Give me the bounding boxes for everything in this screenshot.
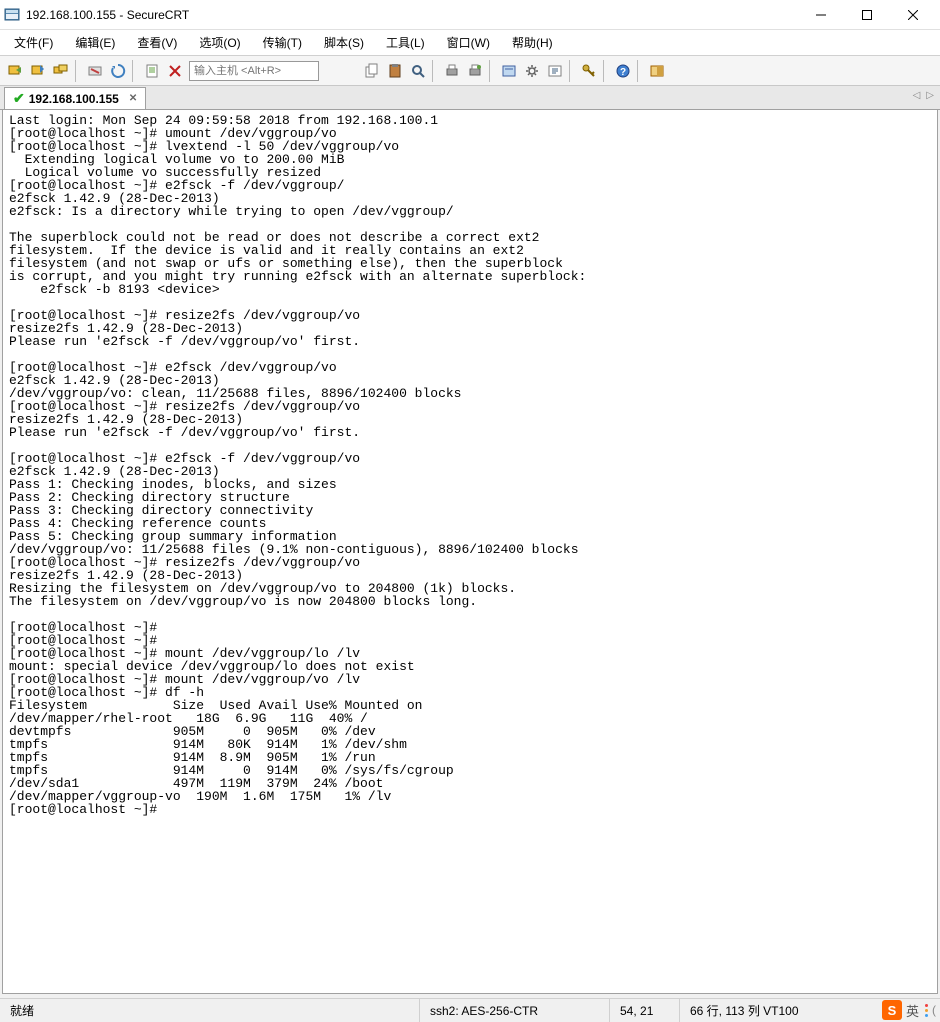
toolbar: ? xyxy=(0,56,940,86)
check-icon: ✔ xyxy=(13,90,25,107)
terminal[interactable]: Last login: Mon Sep 24 09:59:58 2018 fro… xyxy=(2,110,938,994)
ime-indicator[interactable]: S 英 ( xyxy=(882,1000,936,1020)
menu-edit[interactable]: 编辑(E) xyxy=(71,32,119,53)
quick-connect-icon[interactable] xyxy=(27,60,49,82)
settings-icon[interactable] xyxy=(521,60,543,82)
tab-close-icon[interactable]: ✕ xyxy=(129,93,137,104)
tab-next-icon[interactable]: ▷ xyxy=(926,90,934,101)
print-screen-icon[interactable] xyxy=(464,60,486,82)
status-size: 66 行, 113 列 VT100 xyxy=(680,999,840,1022)
reconnect-all-icon[interactable] xyxy=(107,60,129,82)
properties-icon[interactable] xyxy=(141,60,163,82)
status-ready: 就绪 xyxy=(0,999,420,1022)
tab-nav: ◁ ▷ xyxy=(913,90,934,101)
separator xyxy=(603,60,609,82)
menu-transfer[interactable]: 传输(T) xyxy=(259,32,306,53)
status-protocol: ssh2: AES-256-CTR xyxy=(420,999,610,1022)
status-cursor: 54, 21 xyxy=(610,999,680,1022)
ime-label: 英 xyxy=(906,1001,919,1020)
minimize-button[interactable] xyxy=(798,0,844,30)
menu-window[interactable]: 窗口(W) xyxy=(443,32,494,53)
menu-tools[interactable]: 工具(L) xyxy=(382,32,429,53)
statusbar: 就绪 ssh2: AES-256-CTR 54, 21 66 行, 113 列 … xyxy=(0,998,940,1022)
maximize-button[interactable] xyxy=(844,0,890,30)
separator xyxy=(637,60,643,82)
options-icon[interactable] xyxy=(498,60,520,82)
session-options-icon[interactable] xyxy=(544,60,566,82)
svg-text:?: ? xyxy=(620,67,626,78)
menu-file[interactable]: 文件(F) xyxy=(10,32,57,53)
separator xyxy=(132,60,138,82)
menu-script[interactable]: 脚本(S) xyxy=(320,32,368,53)
titlebar: 192.168.100.155 - SecureCRT xyxy=(0,0,940,30)
tab-prev-icon[interactable]: ◁ xyxy=(913,90,921,101)
menu-options[interactable]: 选项(O) xyxy=(195,32,244,53)
key-icon[interactable] xyxy=(578,60,600,82)
separator xyxy=(569,60,575,82)
print-icon[interactable] xyxy=(441,60,463,82)
separator xyxy=(489,60,495,82)
tab-session[interactable]: ✔ 192.168.100.155 ✕ xyxy=(4,87,146,109)
connect-icon[interactable] xyxy=(4,60,26,82)
paste-icon[interactable] xyxy=(384,60,406,82)
tab-label: 192.168.100.155 xyxy=(29,92,119,106)
separator xyxy=(75,60,81,82)
menu-view[interactable]: 查看(V) xyxy=(133,32,181,53)
copy-icon[interactable] xyxy=(361,60,383,82)
ime-dots-icon xyxy=(925,1004,928,1017)
find-icon[interactable] xyxy=(407,60,429,82)
tabbar: ✔ 192.168.100.155 ✕ ◁ ▷ xyxy=(0,86,940,110)
delete-icon[interactable] xyxy=(164,60,186,82)
menubar: 文件(F) 编辑(E) 查看(V) 选项(O) 传输(T) 脚本(S) 工具(L… xyxy=(0,30,940,56)
ime-icon: S xyxy=(882,1000,902,1020)
menu-help[interactable]: 帮助(H) xyxy=(508,32,557,53)
close-button[interactable] xyxy=(890,0,936,30)
window-title: 192.168.100.155 - SecureCRT xyxy=(26,8,798,22)
reconnect-icon[interactable] xyxy=(50,60,72,82)
toggle-icon[interactable] xyxy=(646,60,668,82)
separator xyxy=(432,60,438,82)
app-icon xyxy=(4,7,20,23)
help-icon[interactable]: ? xyxy=(612,60,634,82)
disconnect-icon[interactable] xyxy=(84,60,106,82)
host-input[interactable] xyxy=(189,61,319,81)
